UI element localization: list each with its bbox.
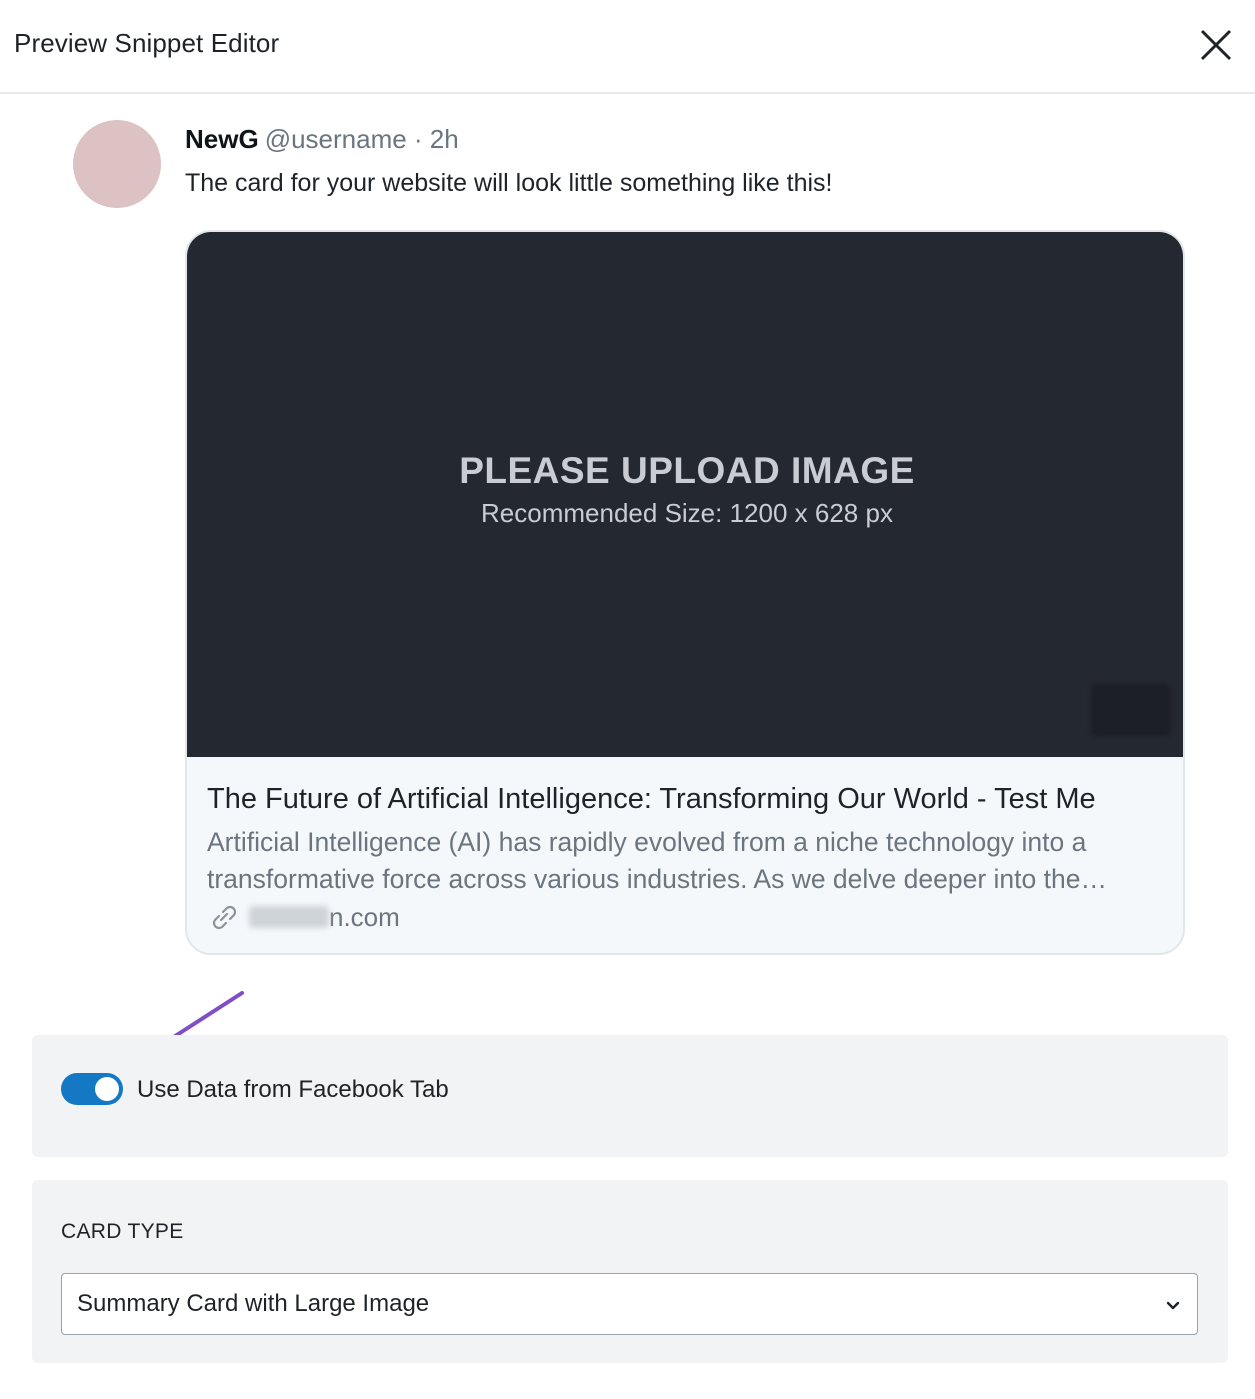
chevron-down-icon [1166,1301,1180,1310]
tweet-meta: @username · 2h [264,124,459,154]
tweet-text: The card for your website will look litt… [185,169,833,197]
toggle-label: Use Data from Facebook Tab [137,1076,449,1103]
upload-image-title: PLEASE UPLOAD IMAGE [459,450,915,491]
card-image-placeholder[interactable]: PLEASE UPLOAD IMAGE Recommended Size: 12… [187,232,1183,757]
card-type-value: Summary Card with Large Image [77,1290,430,1317]
blurred-overlay [1091,684,1171,736]
card-type-panel: CARD TYPE Summary Card with Large Image [32,1180,1228,1363]
card-type-label: CARD TYPE [61,1220,184,1243]
redacted-domain [249,906,329,928]
tweet-header: NewG @username · 2h [185,124,459,155]
card-title: The Future of Artificial Intelligence: T… [207,783,1096,815]
modal-header: Preview Snippet Editor [0,0,1255,94]
card-body: The Future of Artificial Intelligence: T… [207,782,1167,934]
upload-image-size-hint: Recommended Size: 1200 x 628 px [481,498,893,528]
card-domain-text: n.com [329,901,400,932]
use-facebook-data-toggle[interactable] [61,1073,123,1105]
modal-title: Preview Snippet Editor [14,28,280,58]
card-description: Artificial Intelligence (AI) has rapidly… [207,827,1087,894]
card-type-select[interactable]: Summary Card with Large Image [61,1273,1198,1335]
toggle-knob [95,1077,119,1101]
tweet-author-name: NewG [185,124,259,154]
card-domain: n.com [207,900,1167,934]
close-icon [1200,29,1232,61]
close-button[interactable] [1196,25,1236,65]
avatar [73,120,161,208]
facebook-data-panel: Use Data from Facebook Tab [32,1035,1228,1157]
link-icon [212,905,237,930]
twitter-card-preview: PLEASE UPLOAD IMAGE Recommended Size: 12… [185,230,1185,955]
